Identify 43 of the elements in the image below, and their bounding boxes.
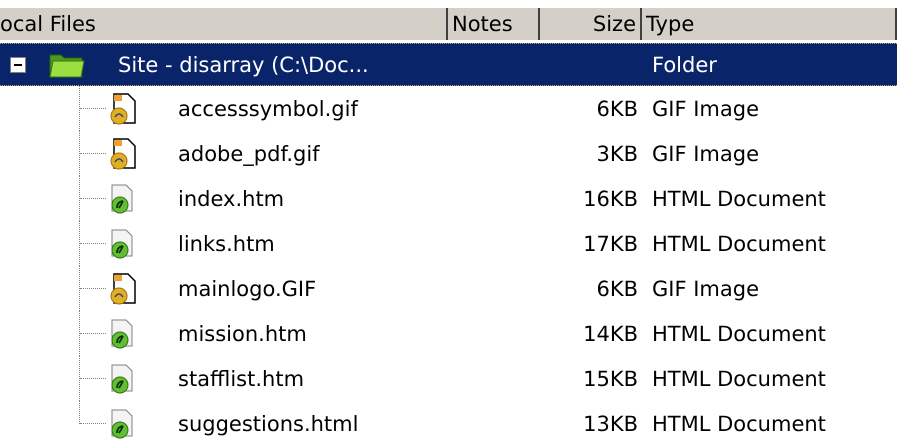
- file-name: accesssymbol.gif: [178, 96, 358, 120]
- tree-row[interactable]: stafflist.htm 15KB HTML Document: [0, 356, 897, 401]
- file-size: 6KB: [595, 96, 639, 120]
- file-name: adobe_pdf.gif: [178, 142, 320, 166]
- column-header[interactable]: Size: [540, 8, 642, 40]
- image-file-icon: [108, 138, 138, 170]
- folder-name: Site - disarray (C:\Doc...: [118, 52, 369, 76]
- file-type: GIF Image: [651, 142, 760, 166]
- file-size: 13KB: [582, 412, 639, 436]
- file-type: HTML Document: [651, 366, 827, 390]
- file-name: mission.htm: [178, 322, 307, 346]
- file-name: index.htm: [178, 186, 284, 210]
- file-type: HTML Document: [651, 412, 827, 436]
- column-header[interactable]: ocal Files: [0, 8, 448, 40]
- file-type: HTML Document: [651, 232, 827, 256]
- file-size: 17KB: [582, 232, 639, 256]
- tree-row[interactable]: links.htm 17KB HTML Document: [0, 221, 897, 266]
- image-file-icon: [108, 92, 138, 124]
- column-header[interactable]: Type: [642, 8, 897, 40]
- collapse-icon[interactable]: [10, 56, 26, 72]
- file-type: GIF Image: [651, 276, 760, 300]
- file-size: 15KB: [582, 366, 639, 390]
- file-name: stafflist.htm: [178, 366, 304, 390]
- tree-row[interactable]: mainlogo.GIF 6KB GIF Image: [0, 266, 897, 311]
- file-name: mainlogo.GIF: [178, 276, 316, 300]
- file-size: 3KB: [595, 142, 639, 166]
- tree-row[interactable]: suggestions.html 13KB HTML Document: [0, 401, 897, 446]
- file-type: Folder: [651, 52, 718, 76]
- file-size: 6KB: [595, 276, 639, 300]
- file-type: HTML Document: [651, 322, 827, 346]
- file-name: links.htm: [178, 232, 275, 256]
- tree-row[interactable]: mission.htm 14KB HTML Document: [0, 311, 897, 356]
- column-header[interactable]: Notes: [448, 8, 540, 40]
- tree-row[interactable]: Site - disarray (C:\Doc... Folder: [0, 43, 897, 86]
- file-type: GIF Image: [651, 96, 760, 120]
- file-size: 16KB: [582, 186, 639, 210]
- file-size: 14KB: [582, 322, 639, 346]
- file-type: HTML Document: [651, 186, 827, 210]
- tree-row[interactable]: index.htm 16KB HTML Document: [0, 176, 897, 221]
- file-name: suggestions.html: [178, 412, 358, 436]
- image-file-icon: [108, 272, 138, 304]
- tree-row[interactable]: adobe_pdf.gif 3KB GIF Image: [0, 131, 897, 176]
- tree-row[interactable]: accesssymbol.gif 6KB GIF Image: [0, 86, 897, 131]
